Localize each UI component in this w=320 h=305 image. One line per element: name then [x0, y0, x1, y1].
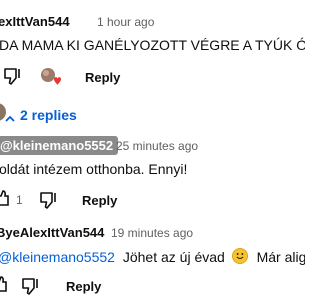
reply-button[interactable]: Reply — [85, 70, 120, 85]
like-count: 1 — [16, 193, 23, 207]
reply-text-part: Jöhet az új évad — [122, 249, 225, 265]
reply-button[interactable]: Reply — [66, 279, 101, 294]
dislike-icon[interactable] — [2, 65, 24, 92]
mention-link[interactable]: @kleinemano5552 — [0, 249, 115, 265]
creator-heart — [40, 67, 62, 87]
reply-timestamp[interactable]: 19 minutes ago — [111, 226, 193, 240]
reply-text: oldát intézem otthonba. Ennyi! — [0, 161, 188, 177]
chevron-up-icon[interactable] — [5, 109, 15, 127]
like-icon[interactable] — [0, 190, 10, 213]
reply-text: @kleinemano5552 Jöhet az új évad Már ali… — [0, 248, 305, 265]
replies-toggle[interactable]: 2 replies — [20, 107, 77, 123]
reply-author[interactable]: ByeAlexIttVan544 — [0, 225, 104, 240]
like-icon[interactable] — [0, 276, 8, 299]
dislike-icon[interactable] — [38, 190, 60, 217]
comments-section: exIttVan544 1 hour ago DA MAMA KI GANÉLY… — [0, 0, 305, 305]
dislike-icon[interactable] — [20, 276, 42, 303]
comment-author[interactable]: exIttVan544 — [0, 14, 70, 29]
reply-text-part: Már alig v — [256, 249, 305, 265]
comment-text: DA MAMA KI GANÉLYOZOTT VÉGRE A TYÚK ÓLB — [0, 37, 305, 53]
reply-timestamp[interactable]: 25 minutes ago — [116, 139, 198, 153]
smiley-emoji-icon — [231, 248, 248, 264]
reply-button[interactable]: Reply — [82, 193, 117, 208]
comment-timestamp[interactable]: 1 hour ago — [97, 15, 154, 29]
author-chip[interactable]: @kleinemano5552 — [0, 136, 119, 155]
